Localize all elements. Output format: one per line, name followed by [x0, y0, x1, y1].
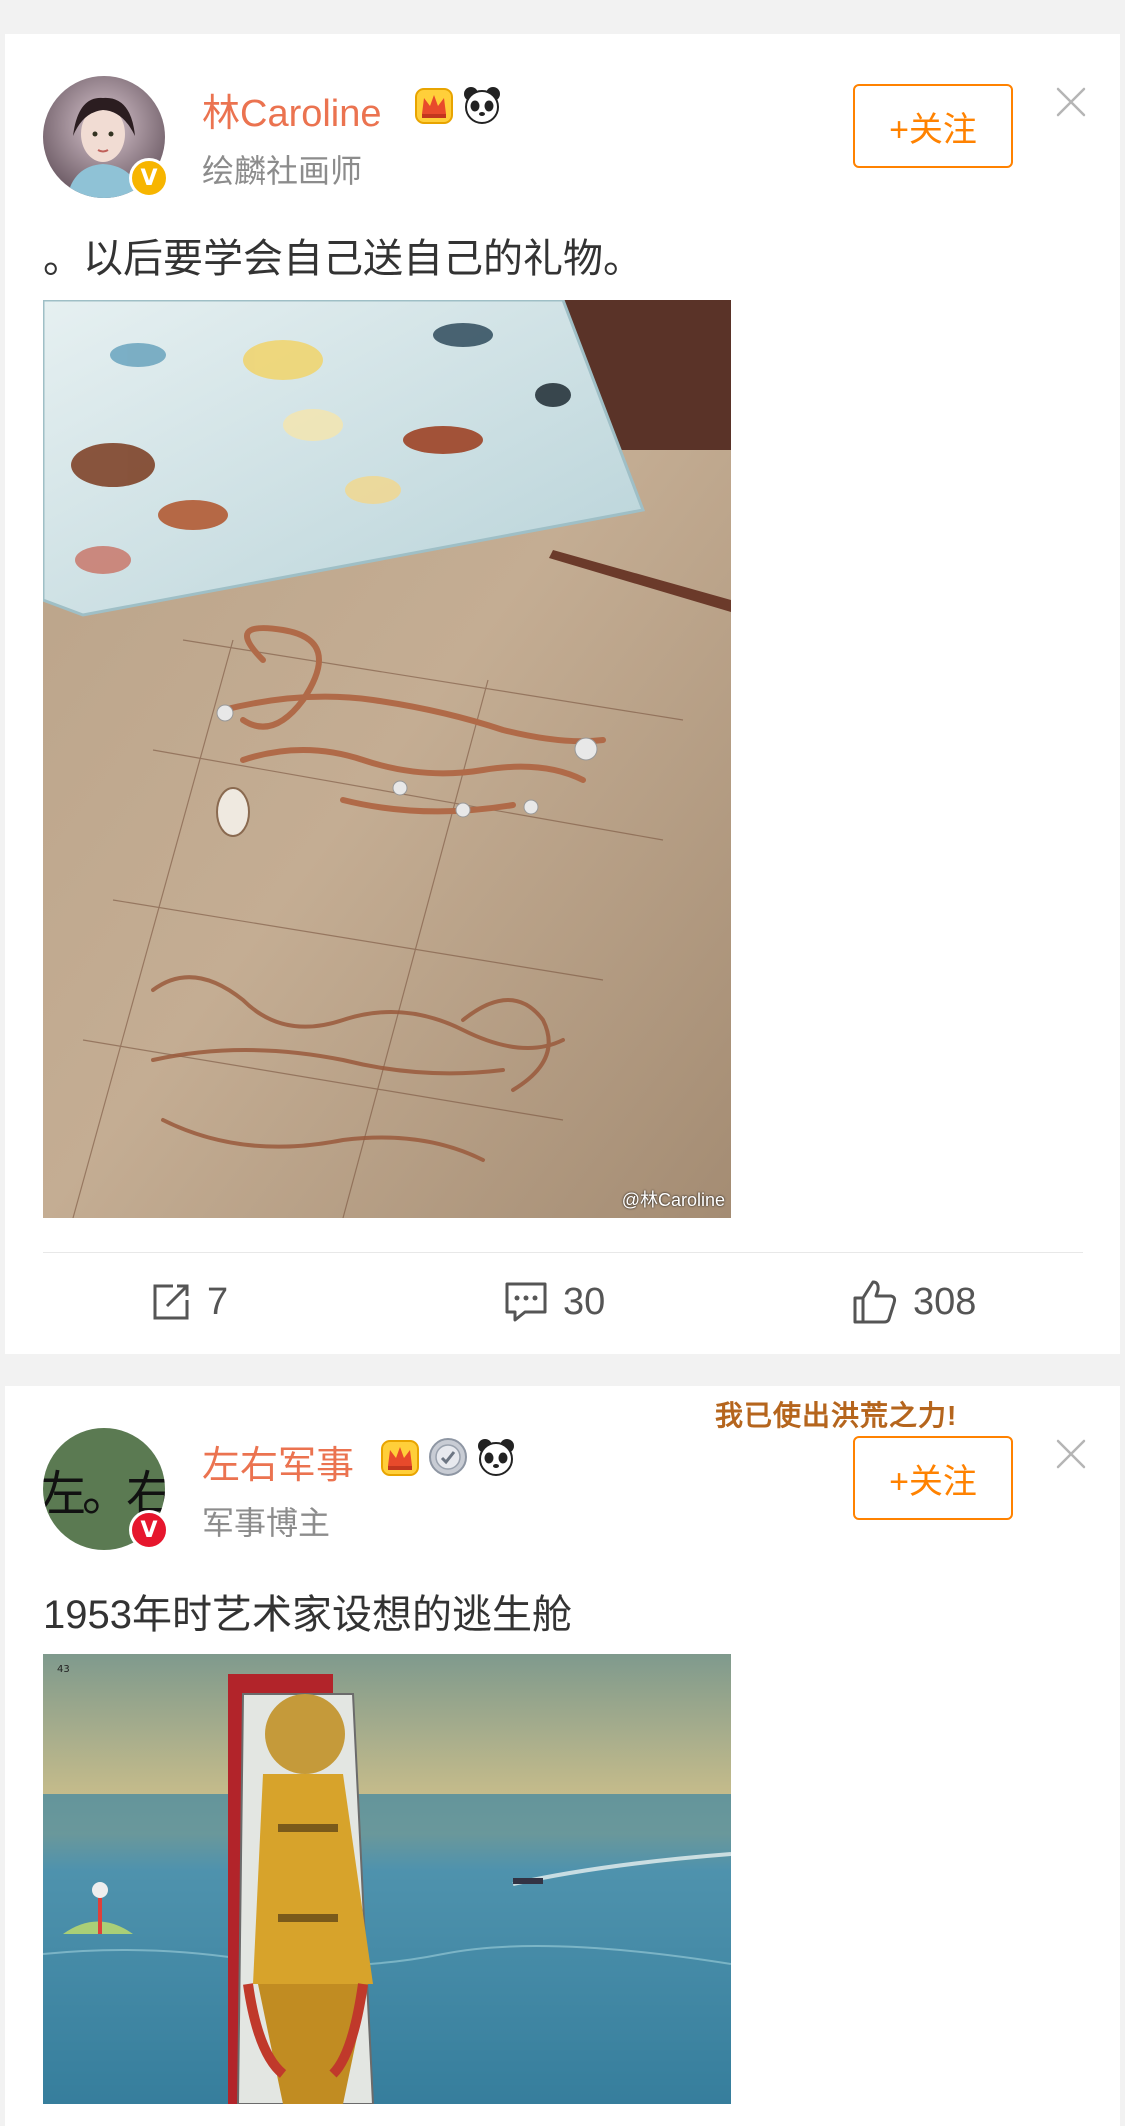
post-image[interactable]: 43	[43, 1654, 731, 2104]
palette-illustration	[43, 300, 731, 1218]
thumbs-up-icon	[853, 1280, 897, 1324]
post-text: 1953年时艺术家设想的逃生舱	[43, 1593, 572, 1637]
like-button[interactable]: 308	[851, 1278, 976, 1326]
user-subtitle: 军事博主	[202, 1505, 331, 1541]
comment-count: 30	[563, 1280, 606, 1323]
repost-icon	[153, 1284, 189, 1320]
follow-button[interactable]: +关注	[853, 84, 1013, 168]
panda-badge-icon[interactable]	[461, 84, 503, 126]
escape-pod-illustration: 43	[43, 1654, 731, 2104]
divider	[43, 1252, 1083, 1253]
post-image[interactable]: @林Caroline	[43, 300, 731, 1218]
comment-button[interactable]: 30	[503, 1280, 605, 1324]
avatar[interactable]: 左。右 V	[43, 1428, 169, 1550]
sticker-banner[interactable]: 我已使出洪荒之力!	[715, 1394, 957, 1434]
repost-count: 7	[207, 1280, 229, 1323]
crown-badge-icon[interactable]	[413, 84, 455, 126]
username[interactable]: 林Caroline	[202, 82, 382, 137]
verified-badge-icon: V	[129, 1510, 169, 1550]
sticker-text: 我已使出洪荒之力!	[715, 1400, 958, 1431]
close-icon[interactable]	[1053, 84, 1089, 120]
image-watermark: @林Caroline	[621, 1190, 725, 1210]
post-text: 。以后要学会自己送自己的礼物。	[43, 237, 643, 281]
user-badges	[379, 1436, 517, 1478]
panda-badge-icon[interactable]	[475, 1436, 517, 1478]
feed-card: V 林Caroline 绘麟社画师 +关注 。以后要学会自己送自己的礼物。 @林…	[5, 34, 1120, 1354]
username[interactable]: 左右军事	[202, 1434, 354, 1489]
like-count: 308	[913, 1280, 977, 1323]
verified-badge-icon: V	[129, 158, 169, 198]
medal-badge-icon[interactable]	[427, 1436, 469, 1478]
follow-button[interactable]: +关注	[853, 1436, 1013, 1520]
crown-badge-icon[interactable]	[379, 1436, 421, 1478]
svg-text:43: 43	[57, 1664, 70, 1675]
close-icon[interactable]	[1053, 1436, 1089, 1472]
avatar[interactable]: V	[43, 76, 169, 198]
user-subtitle: 绘麟社画师	[202, 153, 363, 189]
repost-button[interactable]: 7	[149, 1280, 228, 1324]
user-badges	[413, 84, 503, 126]
comment-icon	[505, 1282, 547, 1322]
feed-card: 我已使出洪荒之力! 左。右 V 左右军事 军事博主 +关注 1953年时艺术家设…	[5, 1386, 1120, 2126]
